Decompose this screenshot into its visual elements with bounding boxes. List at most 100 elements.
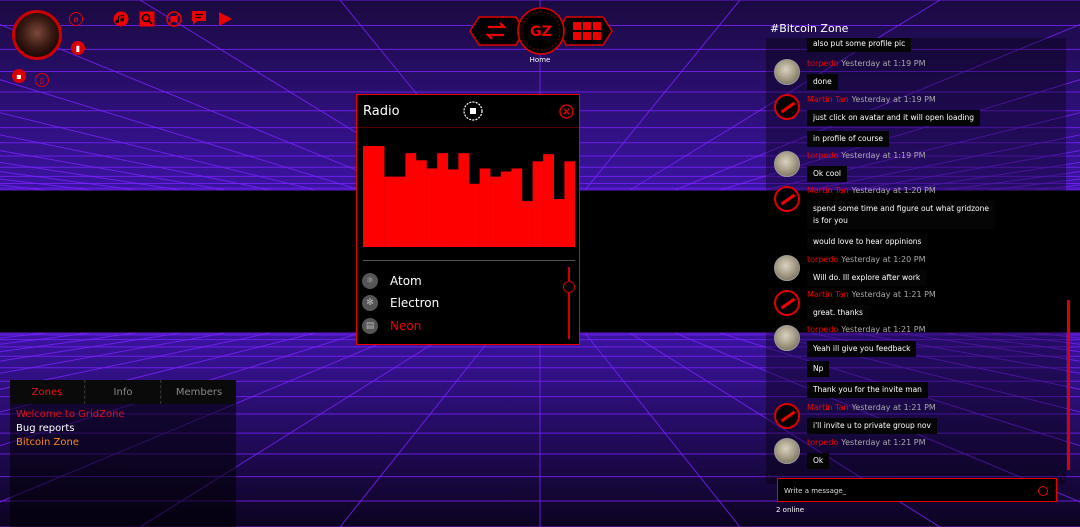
visualizer-bar bbox=[373, 146, 385, 247]
message-header: Martin Tan Yesterday at 1:21 PM bbox=[807, 403, 936, 412]
avatar[interactable] bbox=[774, 186, 800, 212]
message-text: Ok cool bbox=[807, 166, 848, 182]
chat-messages[interactable]: also put some profile pic torpedo Yesterd… bbox=[766, 38, 1066, 484]
timestamp: Yesterday at 1:21 PM bbox=[841, 325, 926, 334]
message-header: torpedo Yesterday at 1:19 PM bbox=[807, 59, 926, 68]
avatar[interactable] bbox=[774, 59, 800, 85]
timestamp: Yesterday at 1:19 PM bbox=[841, 59, 926, 68]
status-icon[interactable]: ø bbox=[69, 12, 83, 26]
username[interactable]: Martin Tan bbox=[807, 186, 849, 195]
username[interactable]: torpedo bbox=[807, 438, 838, 447]
visualizer-bar bbox=[479, 168, 491, 247]
tab-members[interactable]: Members bbox=[162, 380, 236, 404]
visualizer-bar bbox=[490, 176, 501, 247]
message-header: Martin Tan Yesterday at 1:20 PM bbox=[807, 186, 936, 195]
station-neon[interactable]: ▤ Neon bbox=[362, 317, 421, 335]
user-avatar[interactable] bbox=[12, 10, 62, 60]
tab-zones[interactable]: Zones bbox=[10, 380, 85, 404]
close-icon[interactable] bbox=[559, 104, 574, 119]
message-input[interactable] bbox=[782, 483, 1026, 499]
lock-icon[interactable]: ▪ bbox=[12, 69, 26, 83]
svg-text:GZ: GZ bbox=[530, 24, 552, 40]
visualizer-bar bbox=[416, 160, 427, 247]
station-label: Atom bbox=[390, 274, 422, 288]
atom-icon: ⚛ bbox=[362, 273, 378, 289]
message-text: Np bbox=[807, 361, 830, 377]
avatar[interactable] bbox=[774, 403, 800, 429]
visualizer-bar bbox=[500, 171, 512, 247]
message-text: just click on avatar and it will open lo… bbox=[807, 110, 980, 126]
settings-icon[interactable]: ▮ bbox=[71, 41, 85, 55]
visualizer-bar bbox=[447, 169, 459, 247]
play-icon[interactable] bbox=[217, 11, 233, 27]
avatar[interactable] bbox=[774, 255, 800, 281]
chat-bubble-icon[interactable] bbox=[191, 10, 207, 26]
message-text: would love to hear oppinions bbox=[807, 234, 928, 250]
visualizer-bar bbox=[522, 201, 533, 247]
image-search-icon[interactable] bbox=[139, 11, 155, 27]
volume-slider-track[interactable] bbox=[568, 267, 570, 339]
timestamp: Yesterday at 1:21 PM bbox=[851, 290, 936, 299]
neon-icon: ▤ bbox=[362, 318, 378, 334]
timestamp: Yesterday at 1:20 PM bbox=[841, 255, 926, 264]
trash-icon[interactable]: ▯ bbox=[35, 73, 49, 87]
chat-scrollbar[interactable] bbox=[1067, 300, 1070, 470]
visualizer-bar bbox=[458, 153, 470, 247]
stop-icon[interactable] bbox=[463, 101, 483, 121]
visualizer-bar bbox=[426, 168, 438, 247]
timestamp: Yesterday at 1:21 PM bbox=[841, 438, 926, 447]
message-text: great. thanks bbox=[807, 305, 869, 321]
timestamp: Yesterday at 1:21 PM bbox=[851, 403, 936, 412]
message-text: Thank you for the invite man bbox=[807, 382, 928, 398]
timestamp: Yesterday at 1:20 PM bbox=[851, 186, 936, 195]
zone-item-bug-reports[interactable]: Bug reports bbox=[16, 423, 74, 434]
visualizer-bar bbox=[437, 153, 448, 247]
timestamp: Yesterday at 1:19 PM bbox=[851, 95, 936, 104]
avatar[interactable] bbox=[774, 438, 800, 464]
username[interactable]: Martin Tan bbox=[807, 290, 849, 299]
radio-divider bbox=[363, 260, 575, 261]
username[interactable]: Martin Tan bbox=[807, 95, 849, 104]
avatar[interactable] bbox=[774, 94, 800, 120]
tab-info[interactable]: Info bbox=[86, 380, 161, 404]
username[interactable]: torpedo bbox=[807, 59, 838, 68]
message-text: done bbox=[807, 74, 838, 90]
zone-item-bitcoin[interactable]: Bitcoin Zone bbox=[16, 437, 79, 448]
visualizer-bar bbox=[394, 176, 406, 247]
volume-slider-handle[interactable] bbox=[563, 281, 575, 293]
avatar[interactable] bbox=[774, 151, 800, 177]
visualizer-bar bbox=[469, 183, 480, 247]
avatar[interactable] bbox=[774, 325, 800, 351]
message-text: spend some time and figure out what grid… bbox=[807, 201, 996, 229]
message-text: Will do. Ill explore after work bbox=[807, 270, 927, 286]
message-text: in profile of course bbox=[807, 131, 889, 147]
home-logo-button[interactable]: GZ bbox=[517, 7, 565, 55]
username[interactable]: torpedo bbox=[807, 255, 838, 264]
station-atom[interactable]: ⚛ Atom bbox=[362, 272, 422, 290]
visualizer-bar bbox=[405, 153, 417, 247]
no-image-icon[interactable] bbox=[166, 11, 182, 27]
message-header: torpedo Yesterday at 1:21 PM bbox=[807, 325, 926, 334]
send-icon[interactable] bbox=[1038, 486, 1048, 496]
username[interactable]: torpedo bbox=[807, 325, 838, 334]
message-header: torpedo Yesterday at 1:21 PM bbox=[807, 438, 926, 447]
username[interactable]: Martin Tan bbox=[807, 403, 849, 412]
username[interactable]: torpedo bbox=[807, 151, 838, 160]
station-electron[interactable]: ✻ Electron bbox=[362, 294, 439, 312]
avatar[interactable] bbox=[774, 290, 800, 316]
refresh-button[interactable] bbox=[469, 16, 525, 46]
zones-panel: Zones Info Members Welcome to GridZone B… bbox=[10, 380, 236, 527]
station-label: Electron bbox=[390, 296, 440, 310]
music-icon[interactable] bbox=[113, 11, 129, 27]
visualizer-bar bbox=[384, 176, 395, 247]
visualizer-bar bbox=[511, 168, 523, 247]
zone-item-welcome[interactable]: Welcome to GridZone bbox=[16, 409, 125, 420]
message-line: is for you bbox=[813, 216, 848, 225]
apps-grid-button[interactable] bbox=[557, 16, 613, 46]
home-label: Home bbox=[529, 56, 551, 64]
message-line: spend some time and figure out what grid… bbox=[813, 204, 990, 213]
message-text: also put some profile pic bbox=[807, 38, 912, 52]
message-input-box[interactable] bbox=[777, 478, 1057, 502]
station-label: Neon bbox=[390, 319, 422, 333]
message-header: Martin Tan Yesterday at 1:21 PM bbox=[807, 290, 936, 299]
